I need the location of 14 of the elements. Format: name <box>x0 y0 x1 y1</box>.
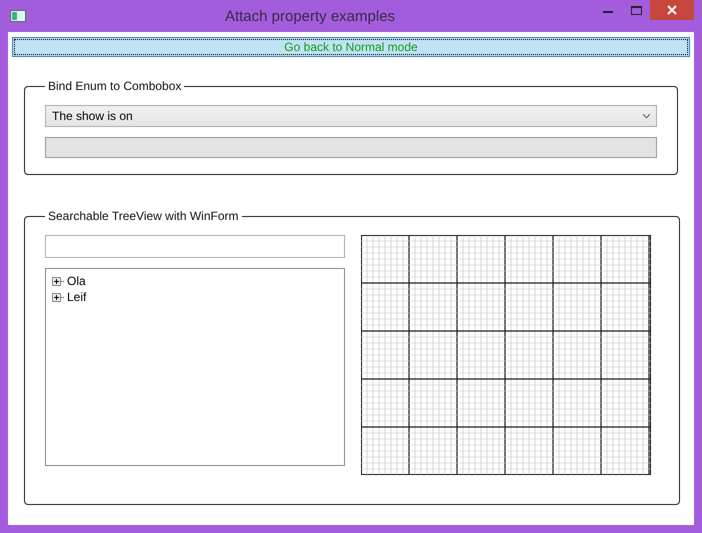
maximize-icon <box>630 6 642 14</box>
expand-icon[interactable] <box>52 276 65 286</box>
app-icon <box>10 10 26 22</box>
search-field[interactable] <box>45 235 345 258</box>
tree-item[interactable]: Ola <box>67 274 86 288</box>
close-button[interactable] <box>650 0 694 20</box>
tree-item[interactable]: Leif <box>67 290 86 304</box>
group-title: Searchable TreeView with WinForm <box>47 209 240 223</box>
chevron-icon <box>643 114 650 118</box>
window-title: Attach property examples <box>224 8 396 24</box>
close-icon <box>667 5 677 15</box>
group-title: Bind Enum to Combobox <box>47 79 182 93</box>
expand-icon[interactable] <box>52 292 65 302</box>
combobox[interactable]: The show is on <box>45 105 657 127</box>
